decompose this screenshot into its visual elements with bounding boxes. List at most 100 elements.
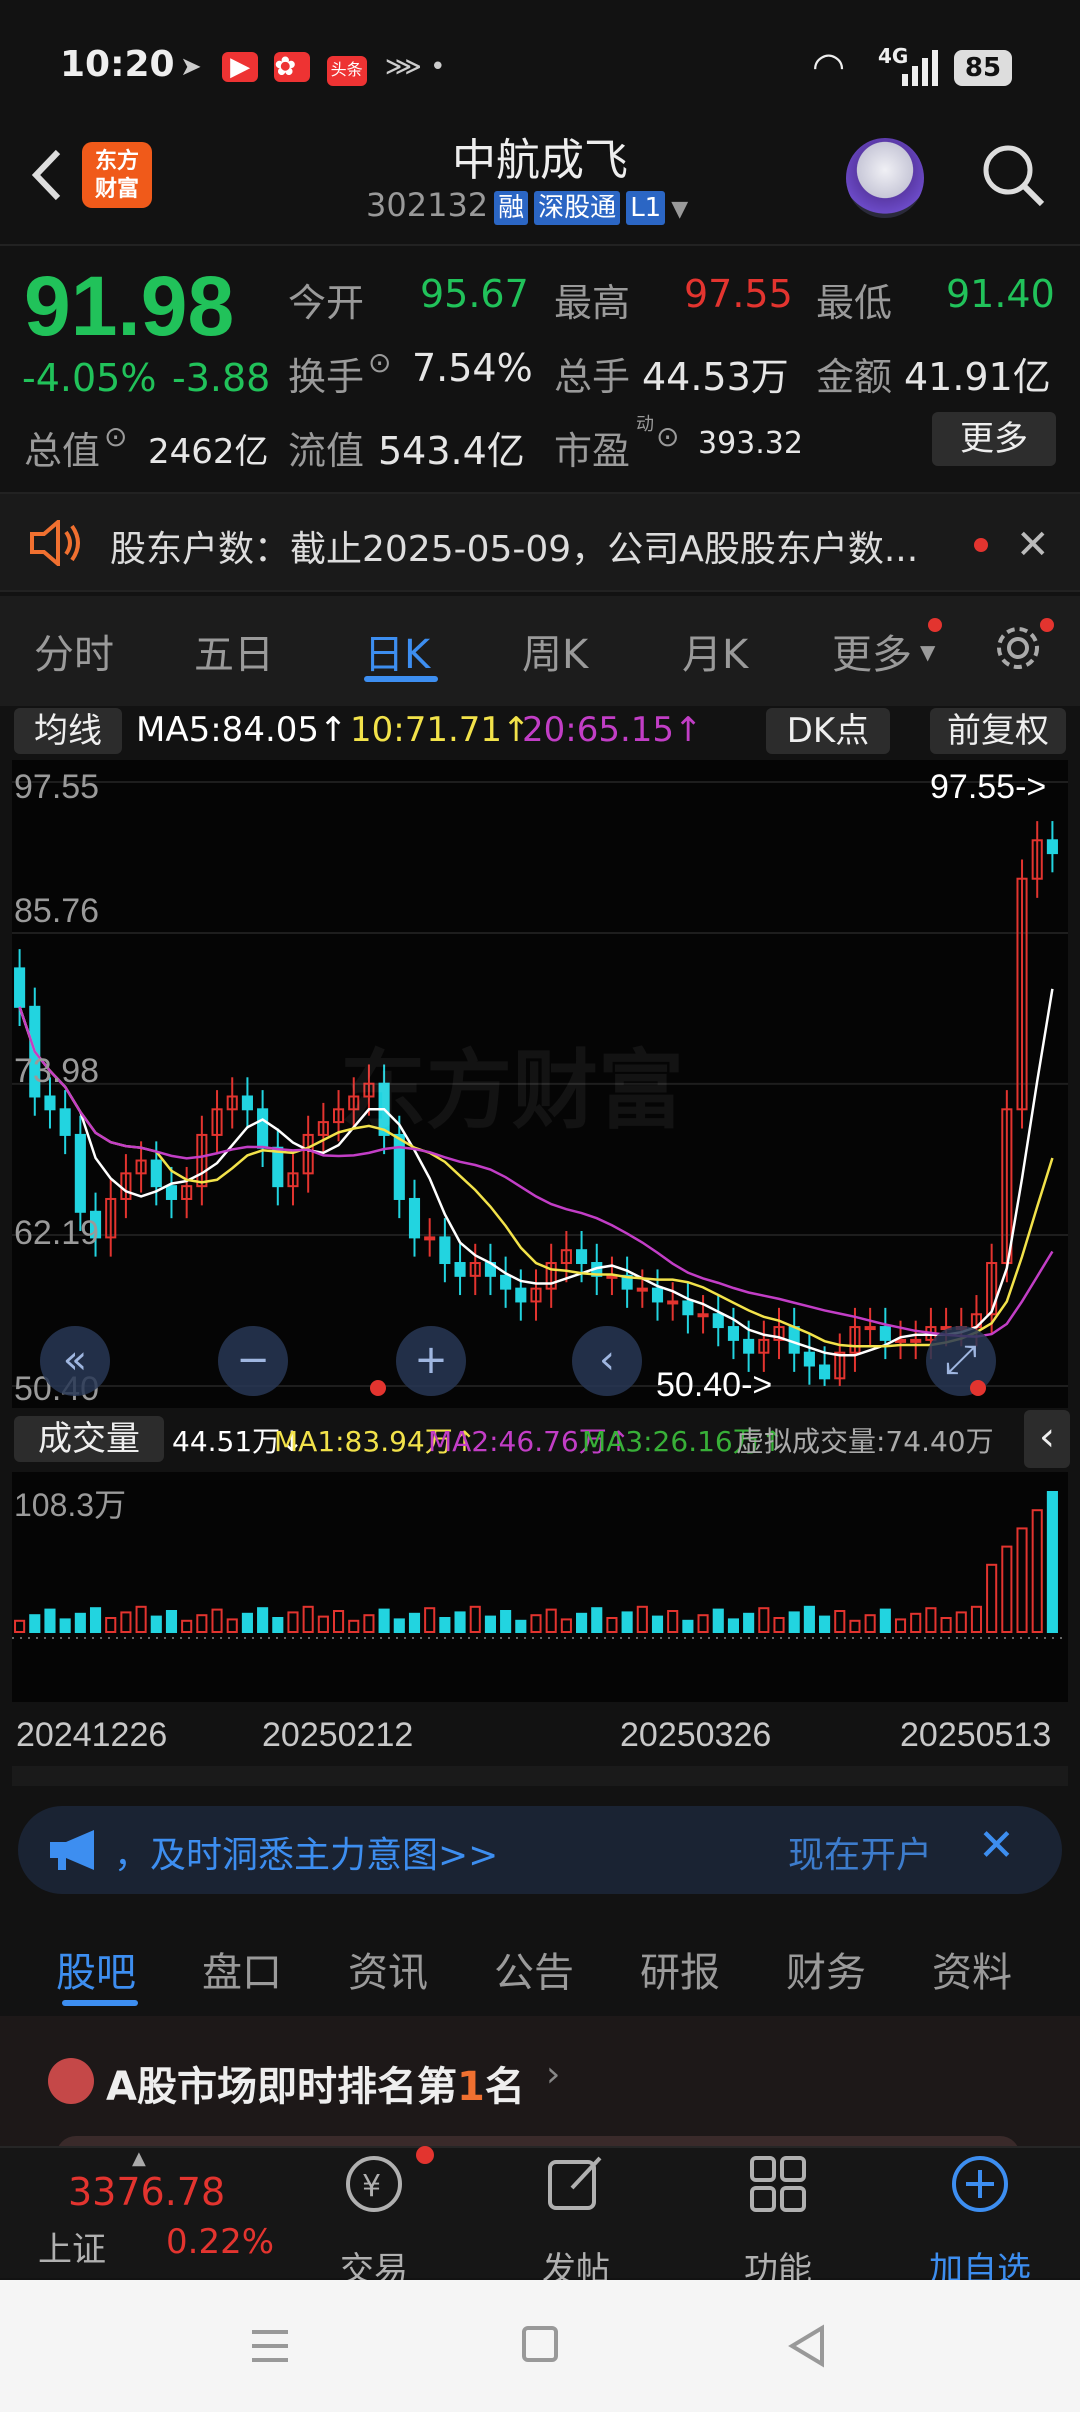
recent-apps-icon[interactable] [250, 2326, 290, 2366]
volume-bar [712, 1608, 724, 1634]
open-value: 95.67 [420, 272, 529, 316]
mcap-value: 2462亿 [148, 432, 269, 472]
volume-bar [74, 1612, 86, 1634]
volume-bar [651, 1615, 664, 1634]
volume-bar [196, 1614, 208, 1633]
volume-bar [272, 1617, 284, 1633]
tab-five-day[interactable]: 五日 [194, 622, 274, 680]
status-time: 10:20 [60, 44, 175, 85]
amount-value: 41.91亿 [904, 355, 1051, 399]
forward-adjust-button[interactable]: 前复权 [930, 708, 1066, 754]
add-watchlist-icon[interactable] [948, 2152, 1012, 2216]
candle [636, 1287, 648, 1292]
stock-code-line[interactable]: 302132 融深股通 L1 ▼ [366, 186, 688, 225]
tab-announcements[interactable]: 公告 [494, 1940, 574, 1998]
info-icon[interactable]: ⊙ [368, 346, 391, 379]
volume-bar [606, 1617, 618, 1633]
home-icon[interactable] [522, 2326, 558, 2362]
youtube-icon: ▶ [222, 52, 259, 82]
tab-more[interactable]: 更多 [832, 622, 912, 680]
volume-bar [636, 1605, 648, 1634]
tab-finance[interactable]: 财务 [786, 1940, 866, 1998]
settings-gear-icon[interactable] [990, 620, 1046, 676]
candle [1046, 839, 1058, 855]
volume-bar [530, 1614, 542, 1633]
max-price-marker: 97.55-> [930, 768, 1047, 806]
back-nav-icon[interactable] [786, 2324, 826, 2368]
rank-text-b: 名 [484, 2064, 525, 2110]
candle [788, 1326, 800, 1354]
post-edit-icon[interactable] [544, 2152, 608, 2216]
robot-assistant-icon[interactable] [846, 138, 924, 218]
volume-bar [758, 1607, 770, 1633]
volume-bar [879, 1608, 891, 1634]
volume-bar [667, 1610, 679, 1633]
ma20-value: 20:65.15↑ [522, 710, 703, 750]
volume-bar [44, 1608, 56, 1634]
more-button[interactable]: 更多 [932, 412, 1056, 466]
index-value[interactable]: 3376.78 [68, 2170, 225, 2214]
volume-value: 44.53万 [642, 355, 789, 399]
volume-bar [150, 1615, 162, 1634]
promo-right-text[interactable]: 现在开户 [788, 1826, 932, 1878]
tab-daily-k[interactable]: 日K [364, 622, 430, 680]
volume-bar [621, 1611, 633, 1633]
close-icon[interactable]: ✕ [1016, 522, 1050, 568]
tab-monthly-k[interactable]: 月K [682, 622, 748, 680]
volume-bar [287, 1611, 299, 1633]
info-icon[interactable]: ⊙ [104, 420, 127, 453]
tab-intraday[interactable]: 分时 [34, 622, 114, 680]
volume-selector-button[interactable]: 成交量 [14, 1416, 164, 1462]
ma-selector-button[interactable]: 均线 [14, 708, 122, 754]
index-pct[interactable]: 0.22% [166, 2222, 274, 2262]
volume-bar [864, 1614, 876, 1633]
system-navigation-bar [0, 2280, 1080, 2412]
tab-weekly-k[interactable]: 周K [522, 622, 588, 680]
close-icon[interactable]: ✕ [978, 1820, 1015, 1871]
volume-bar [727, 1618, 740, 1633]
volume-bar [500, 1610, 512, 1633]
trade-icon[interactable]: ¥ [340, 2152, 410, 2216]
promo-banner[interactable]: ，及时洞悉主力意图>> 现在开户 ✕ [18, 1806, 1062, 1894]
search-icon[interactable] [978, 140, 1048, 210]
candle [819, 1364, 831, 1380]
volume-bar [545, 1608, 557, 1634]
volume-bar [135, 1605, 147, 1634]
volume-bar [469, 1605, 481, 1634]
info-icon[interactable]: ⊙ [656, 420, 679, 453]
volume-bar [955, 1611, 967, 1633]
candle [712, 1313, 724, 1329]
tab-news[interactable]: 资讯 [348, 1940, 428, 1998]
collapse-panel-icon[interactable]: ‹ [1024, 1410, 1070, 1468]
candle [515, 1287, 527, 1303]
wifi-icon: ◠ [812, 44, 846, 88]
volume-bar [560, 1618, 572, 1633]
dk-point-button[interactable]: DK点 [766, 708, 890, 754]
tab-pankou[interactable]: 盘口 [202, 1940, 282, 1998]
function-grid-icon[interactable] [746, 2152, 810, 2216]
volume-bar [241, 1612, 253, 1634]
tab-research[interactable]: 研报 [640, 1940, 720, 1998]
volume-chart[interactable] [12, 1472, 1068, 1702]
unread-dot [974, 538, 988, 552]
virtual-volume: 虚拟成交量:74.40万 [736, 1425, 994, 1458]
scroll-left-icon[interactable]: ‹ [572, 1326, 642, 1396]
tag-connect: 深股通 [534, 191, 621, 225]
volume-bar [181, 1619, 193, 1634]
volume-bar [165, 1610, 178, 1633]
chevron-right-icon: › [546, 2054, 561, 2095]
index-name[interactable]: 上证 [38, 2222, 106, 2271]
volume-bar [211, 1608, 223, 1634]
tab-profile[interactable]: 资料 [932, 1940, 1012, 1998]
notice-bar[interactable]: 股东户数：截止2025-05-09，公司A股股东户数... ✕ [0, 492, 1080, 592]
scroll-left-fast-icon[interactable]: « [40, 1326, 110, 1396]
zoom-in-icon[interactable]: + [396, 1326, 466, 1396]
zoom-out-icon[interactable]: − [218, 1326, 288, 1396]
bottom-tab-underline [62, 2000, 138, 2006]
volume-bar [986, 1563, 998, 1633]
volume-bar [257, 1607, 269, 1633]
rank-banner[interactable]: A股市场即时排名第1名 › [0, 2016, 1080, 2156]
notification-icons: ➤ ▶ ✿ 头条 ⋙ • [180, 52, 445, 86]
tab-guba[interactable]: 股吧 [56, 1940, 136, 1998]
amount-label: 金额 [816, 355, 893, 399]
